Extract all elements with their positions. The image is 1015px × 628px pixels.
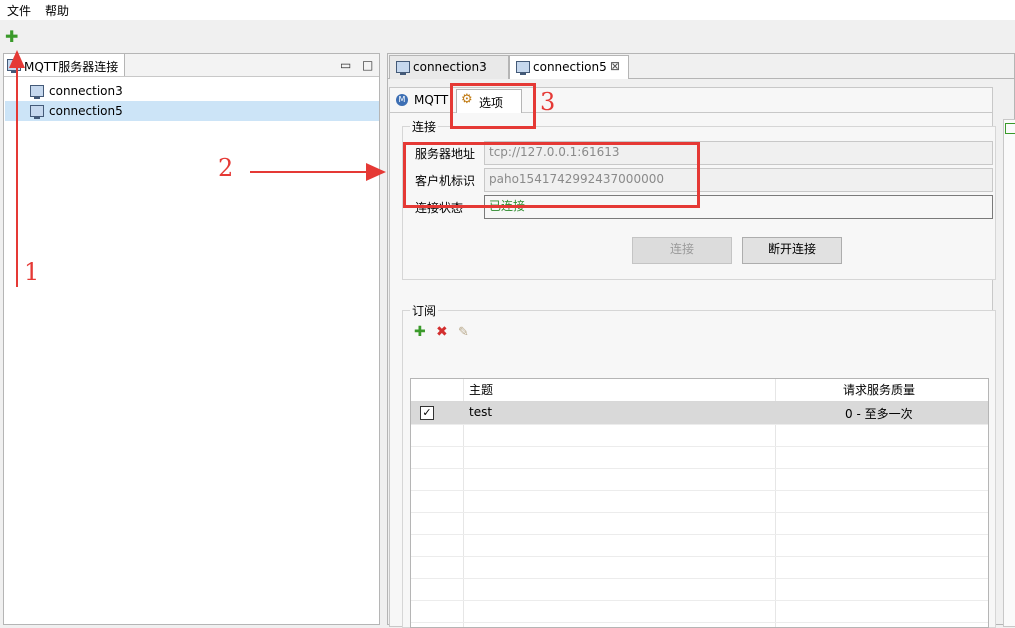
annotation-number-3: 3 [540,88,556,116]
subscription-table: 主题 请求服务质量 ✓ test 0 - 至多一次 [410,378,989,628]
panel-icon[interactable] [1005,123,1015,134]
row-qos: 0 - 至多一次 [845,407,913,421]
row-topic: test [469,405,493,419]
table-row [411,534,988,557]
tab-label: connection5 [533,60,607,74]
annotation-arrowhead-1 [9,50,25,68]
connection-icon [30,85,44,99]
row-checkbox[interactable]: ✓ [420,406,434,420]
subtab-label: MQTT [414,93,449,107]
annotation-arrowhead-2 [366,163,386,181]
table-row [411,468,988,491]
table-header: 主题 请求服务质量 [411,379,988,402]
annotation-arrow-1 [16,52,18,287]
table-row [411,490,988,513]
tree-item-connection5[interactable]: connection5 [5,101,379,121]
editor-tabbar: connection3 connection5 ⊠ [388,54,1014,79]
tab-connection3[interactable]: connection3 [389,55,509,79]
server-connection-view: MQTT服务器连接 ▭ □ connection3 connection5 [3,53,380,625]
tab-connection5[interactable]: connection5 ⊠ [509,55,629,79]
column-topic[interactable]: 主题 [469,379,493,401]
annotation-box-3 [450,83,536,129]
table-row [411,578,988,601]
table-row [411,600,988,623]
menu-bar: 文件 帮助 [0,0,1015,20]
editor-area: connection3 connection5 ⊠ M MQTT ⚙ 选项 连接… [387,53,1015,628]
disconnect-button[interactable]: 断开连接 [742,237,842,264]
annotation-number-1: 1 [24,258,40,286]
menu-help[interactable]: 帮助 [45,2,69,19]
table-row [411,424,988,447]
connect-button[interactable]: 连接 [632,237,732,264]
annotation-number-2: 2 [218,154,234,182]
table-row [411,556,988,579]
tree-item-connection3[interactable]: connection3 [5,81,379,101]
table-row [411,512,988,535]
column-qos[interactable]: 请求服务质量 [843,379,915,401]
connection-icon [516,61,530,75]
subscription-group-label: 订阅 [410,302,439,319]
mqtt-icon: M [396,94,408,106]
close-tab-icon[interactable]: ⊠ [610,59,620,73]
add-subscription-icon[interactable]: ✚ [414,324,426,340]
tree-item-label: connection3 [49,84,123,98]
subtab-mqtt[interactable]: M MQTT [396,92,452,110]
delete-subscription-icon[interactable]: ✖ [436,324,448,340]
table-row[interactable]: ✓ test 0 - 至多一次 [411,402,988,425]
table-row [411,446,988,469]
view-tabbar: MQTT服务器连接 ▭ □ [4,54,379,77]
minimize-icon[interactable]: ▭ [340,58,351,72]
tab-label: connection3 [413,60,487,74]
maximize-icon[interactable]: □ [362,58,373,72]
tree-item-label: connection5 [49,104,123,118]
annotation-arrow-2 [250,171,368,173]
toolbar: ✚ [0,20,1015,52]
plus-icon[interactable]: ✚ [5,29,18,45]
annotation-box-2 [403,142,700,208]
connection-icon [396,61,410,75]
clear-icon[interactable]: ✎ [458,325,469,340]
menu-file[interactable]: 文件 [7,2,31,19]
connection-group-label: 连接 [410,118,439,135]
connection-icon [30,105,44,119]
side-panel [1003,119,1015,627]
view-title: MQTT服务器连接 [24,60,119,74]
